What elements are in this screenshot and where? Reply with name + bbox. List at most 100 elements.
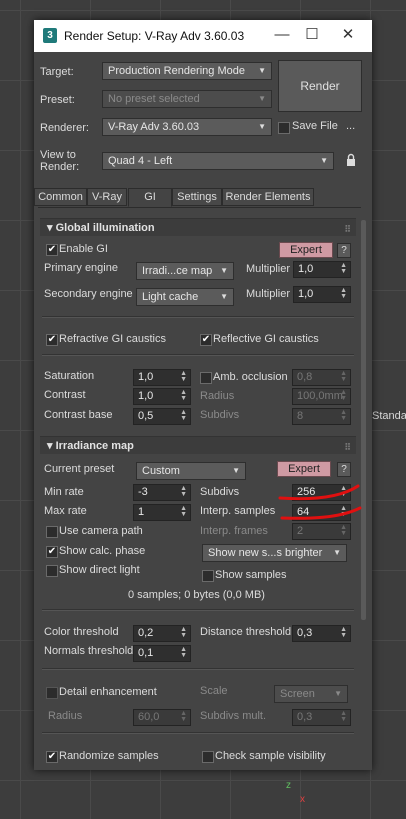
more-button[interactable]: ... — [346, 120, 355, 132]
show-calc-phase-label: Show calc. phase — [59, 545, 146, 557]
contrast-value: 1,0 — [138, 390, 154, 402]
view-to-render-dropdown[interactable]: Quad 4 - Left ▼ — [102, 152, 334, 170]
amb-occlusion-spinner[interactable]: 0,8 ▲ ▼ — [292, 369, 351, 386]
contrast-base-value: 0,5 — [138, 410, 154, 422]
renderer-value: V-Ray Adv 3.60.03 — [108, 121, 200, 133]
spinner-arrows-icon: ▲ ▼ — [180, 389, 187, 402]
dropdown-arrow-icon: ▼ — [220, 292, 228, 301]
red-annotation-marks — [278, 484, 362, 520]
spinner-arrows-icon: ▲ ▼ — [340, 409, 347, 422]
reflective-caustics-label: Reflective GI caustics — [213, 333, 319, 345]
show-calc-phase-checkbox[interactable]: ✔ — [46, 546, 58, 558]
detail-enhancement-checkbox[interactable] — [46, 687, 58, 699]
subdivs-mult-spinner[interactable]: 0,3 ▲ ▼ — [292, 709, 351, 726]
use-camera-path-checkbox[interactable] — [46, 526, 58, 538]
contrast-base-label: Contrast base — [44, 409, 113, 421]
spinner-arrows-icon: ▲ ▼ — [340, 710, 347, 723]
primary-multiplier-spinner[interactable]: 1,0 ▲ ▼ — [293, 261, 351, 278]
rollout-title: Global illumination — [55, 222, 155, 234]
amb-occlusion-checkbox[interactable] — [200, 372, 212, 384]
spinner-arrows-icon: ▲ ▼ — [340, 626, 347, 639]
panel-scrollbar[interactable] — [361, 220, 366, 620]
tab-common[interactable]: Common — [34, 188, 87, 206]
refractive-caustics-checkbox[interactable]: ✔ — [46, 334, 58, 346]
amb-occlusion-label: Amb. occlusion — [213, 371, 288, 383]
save-file-label: Save File — [292, 120, 338, 132]
viewport-label: Standa — [372, 410, 406, 422]
dropdown-arrow-icon: ▼ — [333, 548, 341, 557]
dropdown-arrow-icon: ▼ — [232, 466, 240, 475]
distance-threshold-spinner[interactable]: 0,3 ▲ ▼ — [292, 625, 351, 642]
grip-icon: ⠿ — [344, 224, 351, 234]
normals-threshold-spinner[interactable]: 0,1 ▲ ▼ — [133, 645, 191, 662]
scale-value: Screen — [280, 688, 315, 700]
lock-icon[interactable] — [346, 153, 356, 167]
ao-radius-label: Radius — [200, 390, 235, 402]
use-camera-path-label: Use camera path — [59, 525, 143, 537]
primary-engine-dropdown[interactable]: Irradi...ce map ▼ — [136, 262, 234, 280]
secondary-engine-label: Secondary engine — [44, 288, 133, 300]
collapse-arrow-icon: ▾ — [47, 222, 53, 234]
irradiance-map-rollout-header[interactable]: ▾ Irradiance map ⠿ — [40, 436, 356, 454]
secondary-engine-dropdown[interactable]: Light cache ▼ — [136, 288, 234, 306]
saturation-value: 1,0 — [138, 371, 154, 383]
renderer-dropdown[interactable]: V-Ray Adv 3.60.03 ▼ — [102, 118, 272, 136]
close-button[interactable]: ✕ — [336, 24, 360, 46]
tab-settings[interactable]: Settings — [172, 188, 222, 206]
saturation-label: Saturation — [44, 370, 95, 382]
irradiance-preset-dropdown[interactable]: Custom ▼ — [136, 462, 246, 480]
title-bar[interactable]: 3 Render Setup: V-Ray Adv 3.60.03 — ☐ ✕ — [34, 20, 372, 52]
save-file-checkbox[interactable] — [278, 122, 290, 134]
ao-radius-value: 100,0mm — [297, 390, 343, 402]
spinner-arrows-icon: ▲ ▼ — [340, 262, 347, 275]
tab-vray[interactable]: V-Ray — [87, 188, 127, 206]
color-threshold-spinner[interactable]: 0,2 ▲ ▼ — [133, 625, 191, 642]
show-direct-light-checkbox[interactable] — [46, 565, 58, 577]
gi-expert-button[interactable]: Expert — [279, 242, 333, 258]
scale-dropdown[interactable]: Screen ▼ — [274, 685, 348, 703]
divider — [42, 732, 354, 734]
detail-enhancement-label: Detail enhancement — [59, 686, 157, 698]
detail-radius-spinner[interactable]: 60,0 ▲ ▼ — [133, 709, 191, 726]
global-illumination-rollout-header[interactable]: ▾ Global illumination ⠿ — [40, 218, 356, 236]
check-sample-visibility-checkbox[interactable] — [202, 751, 214, 763]
saturation-spinner[interactable]: 1,0 ▲ ▼ — [133, 369, 191, 386]
spinner-arrows-icon: ▲ ▼ — [340, 524, 347, 537]
gi-help-button[interactable]: ? — [337, 243, 351, 258]
interp-frames-spinner[interactable]: 2 ▲ ▼ — [292, 523, 351, 540]
spinner-arrows-icon: ▲ ▼ — [340, 389, 347, 402]
ao-subdivs-spinner[interactable]: 8 ▲ ▼ — [292, 408, 351, 425]
primary-engine-label: Primary engine — [44, 262, 118, 274]
target-dropdown[interactable]: Production Rendering Mode ▼ — [102, 62, 272, 80]
show-samples-checkbox[interactable] — [202, 570, 214, 582]
minimize-button[interactable]: — — [270, 24, 294, 46]
tab-gi[interactable]: GI — [128, 188, 172, 207]
render-button[interactable]: Render — [278, 60, 362, 112]
detail-radius-value: 60,0 — [138, 711, 160, 723]
irradiance-expert-button[interactable]: Expert — [277, 461, 331, 477]
secondary-multiplier-spinner[interactable]: 1,0 ▲ ▼ — [293, 286, 351, 303]
distance-threshold-value: 0,3 — [297, 627, 313, 639]
randomize-samples-checkbox[interactable]: ✔ — [46, 751, 58, 763]
show-new-samples-dropdown[interactable]: Show new s...s brighter ▼ — [202, 544, 347, 562]
irradiance-help-button[interactable]: ? — [337, 462, 351, 477]
contrast-base-spinner[interactable]: 0,5 ▲ ▼ — [133, 408, 191, 425]
min-rate-spinner[interactable]: -3 ▲ ▼ — [133, 484, 191, 501]
contrast-spinner[interactable]: 1,0 ▲ ▼ — [133, 388, 191, 405]
spinner-arrows-icon: ▲ ▼ — [340, 370, 347, 383]
max-rate-value: 1 — [138, 506, 145, 518]
enable-gi-checkbox[interactable]: ✔ — [46, 244, 58, 256]
samples-status-text: 0 samples; 0 bytes (0,0 MB) — [128, 589, 265, 601]
axis-x-label: x — [300, 794, 305, 805]
color-threshold-value: 0,2 — [138, 627, 154, 639]
reflective-caustics-checkbox[interactable]: ✔ — [200, 334, 212, 346]
normals-threshold-value: 0,1 — [138, 647, 154, 659]
maximize-button[interactable]: ☐ — [300, 24, 324, 46]
ao-radius-spinner[interactable]: 100,0mm ▲ ▼ — [292, 388, 351, 405]
interp-frames-label: Interp. frames — [200, 525, 268, 537]
max-rate-spinner[interactable]: 1 ▲ ▼ — [133, 504, 191, 521]
min-rate-value: -3 — [138, 486, 148, 498]
preset-dropdown[interactable]: No preset selected ▼ — [102, 90, 272, 108]
ao-subdivs-value: 8 — [297, 410, 304, 422]
tab-render-elements[interactable]: Render Elements — [222, 188, 314, 206]
